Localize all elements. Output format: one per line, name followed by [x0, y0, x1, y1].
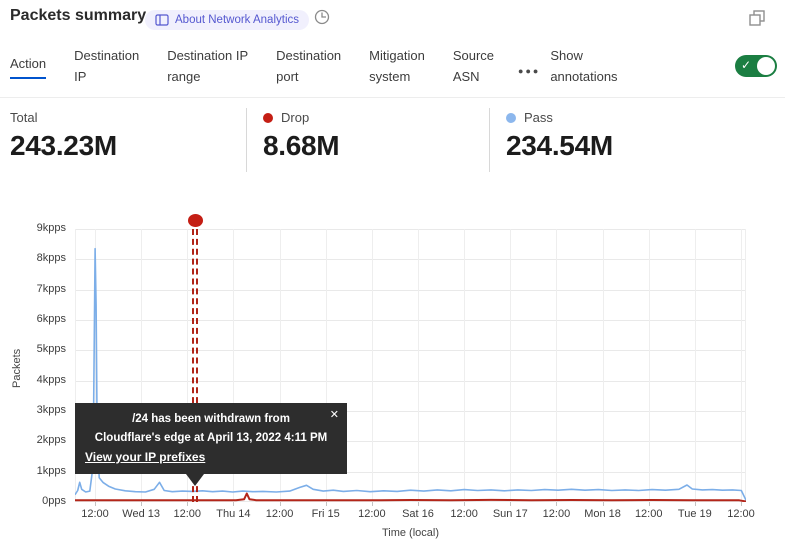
tab-mitigation-system[interactable]: Mitigationsystem — [369, 45, 425, 87]
show-annotations-label: Show annotations — [550, 45, 617, 87]
stat-label: Drop — [281, 110, 309, 125]
x-tick-label: Fri 15 — [296, 508, 356, 520]
tab-label: Destination — [74, 45, 139, 66]
annotation-marker[interactable] — [188, 214, 203, 227]
pass-legend-dot — [506, 113, 516, 123]
x-tick-mark — [187, 502, 188, 506]
tab-label: IP — [74, 66, 139, 87]
tab-label: system — [369, 66, 425, 87]
tab-label: Destination IP — [167, 45, 248, 66]
y-tick-label: 1kpps — [0, 465, 66, 477]
tab-action[interactable]: Action — [10, 53, 46, 79]
x-tick-mark — [603, 502, 604, 506]
tab-destination-port[interactable]: Destinationport — [276, 45, 341, 87]
x-tick-mark — [510, 502, 511, 506]
view-ip-prefixes-link[interactable]: View your IP prefixes — [85, 450, 205, 464]
tab-label: Action — [10, 53, 46, 79]
x-tick-label: Sun 17 — [480, 508, 540, 520]
series-line-drop — [75, 494, 746, 502]
y-tick-label: 9kpps — [0, 222, 66, 234]
tab-label: range — [167, 66, 248, 87]
tab-source-asn[interactable]: SourceASN — [453, 45, 494, 87]
x-tick-mark — [464, 502, 465, 506]
tab-label: ASN — [453, 66, 494, 87]
check-icon: ✓ — [741, 58, 751, 72]
tab-label: Destination — [276, 45, 341, 66]
x-tick-label: 12:00 — [250, 508, 310, 520]
time-period-icon[interactable] — [313, 8, 331, 31]
tab-destination-ip-range[interactable]: Destination IPrange — [167, 45, 248, 87]
tab-destination-ip[interactable]: DestinationIP — [74, 45, 139, 87]
x-tick-mark — [95, 502, 96, 506]
x-tick-mark — [741, 502, 742, 506]
x-tick-mark — [233, 502, 234, 506]
x-tick-label: Tue 19 — [665, 508, 725, 520]
stat-drop: Drop 8.68M — [246, 108, 489, 172]
x-tick-label: Thu 14 — [203, 508, 263, 520]
y-tick-label: 3kpps — [0, 404, 66, 416]
annotation-tooltip: ✕ /24 has been withdrawn from Cloudflare… — [75, 403, 347, 474]
more-tabs-button[interactable]: ●●● — [518, 66, 540, 76]
y-tick-label: 6kpps — [0, 313, 66, 325]
tab-label: Source — [453, 45, 494, 66]
packets-summary-panel: Packets summary About Network Analytics … — [0, 0, 785, 555]
tab-label: Mitigation — [369, 45, 425, 66]
stat-label: Pass — [524, 110, 553, 125]
stat-value-drop: 8.68M — [263, 130, 489, 162]
x-tick-label: 12:00 — [434, 508, 494, 520]
badge-label: About Network Analytics — [175, 14, 299, 26]
x-tick-label: Sat 16 — [388, 508, 448, 520]
plot-area[interactable]: ✕ /24 has been withdrawn from Cloudflare… — [75, 229, 746, 502]
x-tick-mark — [280, 502, 281, 506]
tooltip-text-line: Cloudflare's edge at April 13, 2022 4:11… — [85, 429, 337, 448]
tooltip-text-line: /24 has been withdrawn from — [85, 410, 337, 429]
y-axis-title: Packets — [11, 349, 23, 388]
x-axis-title: Time (local) — [75, 527, 746, 539]
x-tick-label: 12:00 — [711, 508, 771, 520]
expand-icon[interactable] — [747, 8, 767, 33]
x-tick-mark — [141, 502, 142, 506]
x-tick-label: 12:00 — [619, 508, 679, 520]
x-tick-label: 12:00 — [526, 508, 586, 520]
x-tick-label: 12:00 — [65, 508, 125, 520]
page-title: Packets summary — [10, 7, 146, 25]
x-tick-mark — [649, 502, 650, 506]
y-tick-label: 8kpps — [0, 252, 66, 264]
book-icon — [155, 14, 169, 26]
toggle-knob — [757, 57, 775, 75]
x-tick-label: 12:00 — [157, 508, 217, 520]
tab-list: ActionDestinationIPDestination IPrangeDe… — [10, 45, 494, 87]
divider — [0, 97, 785, 98]
y-tick-label: 5kpps — [0, 343, 66, 355]
x-tick-mark — [326, 502, 327, 506]
stat-value-total: 243.23M — [10, 130, 246, 162]
y-tick-label: 2kpps — [0, 434, 66, 446]
x-tick-label: Wed 13 — [111, 508, 171, 520]
stat-value-pass: 234.54M — [506, 130, 613, 162]
y-tick-label: 4kpps — [0, 374, 66, 386]
x-tick-label: 12:00 — [342, 508, 402, 520]
stats-row: Total 243.23M Drop 8.68M Pass 234.54M — [0, 108, 785, 172]
close-icon[interactable]: ✕ — [330, 408, 339, 421]
x-tick-mark — [695, 502, 696, 506]
about-network-analytics-badge[interactable]: About Network Analytics — [145, 10, 309, 30]
x-tick-mark — [556, 502, 557, 506]
x-tick-mark — [372, 502, 373, 506]
x-tick-mark — [418, 502, 419, 506]
tabs-row: ActionDestinationIPDestination IPrangeDe… — [10, 42, 777, 90]
stat-pass: Pass 234.54M — [489, 108, 613, 172]
show-annotations-toggle[interactable]: ✓ — [735, 55, 777, 77]
drop-legend-dot — [263, 113, 273, 123]
tab-label: port — [276, 66, 341, 87]
stat-label: Total — [10, 110, 37, 125]
y-tick-label: 7kpps — [0, 283, 66, 295]
x-tick-label: Mon 18 — [573, 508, 633, 520]
y-tick-label: 0pps — [0, 495, 66, 507]
stat-total: Total 243.23M — [0, 108, 246, 172]
